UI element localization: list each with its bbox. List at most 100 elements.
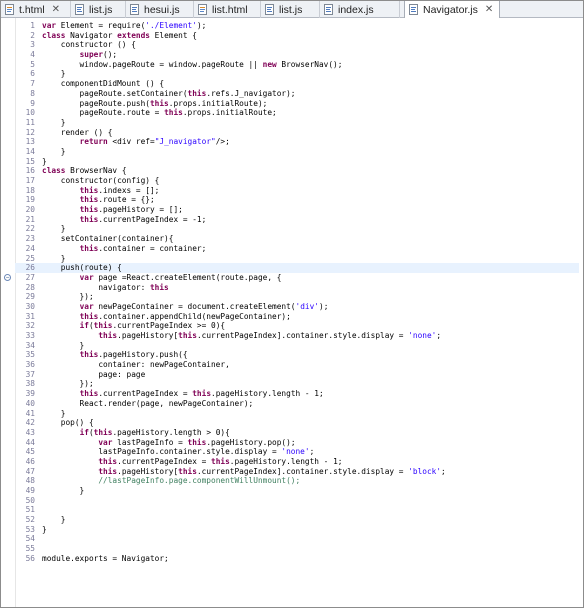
code-line[interactable]: 11 } bbox=[15, 118, 579, 128]
code-line[interactable]: 42 pop() { bbox=[15, 418, 579, 428]
code-line[interactable]: 36 container: newPageContainer, bbox=[15, 360, 579, 370]
code-line[interactable]: 52 } bbox=[15, 515, 579, 525]
tab-list-js[interactable]: list.js bbox=[71, 1, 126, 18]
code-line[interactable]: 30 var newPageContainer = document.creat… bbox=[15, 302, 579, 312]
code-line[interactable]: 32 if(this.currentPageIndex >= 0){ bbox=[15, 321, 579, 331]
code-line[interactable]: 46 this.currentPageIndex = this.pageHist… bbox=[15, 457, 579, 467]
code-line[interactable]: 55 bbox=[15, 544, 579, 554]
code-text: } bbox=[42, 515, 66, 525]
line-number: 20 bbox=[25, 205, 35, 215]
code-line[interactable]: 27 − var page =React.createElement(route.… bbox=[4, 273, 579, 283]
tab-label: list.js bbox=[279, 3, 303, 16]
js-file-icon bbox=[265, 4, 275, 15]
code-text: //lastPageInfo.page.componentWillUnmount… bbox=[98, 476, 301, 486]
code-line[interactable]: 4 super(); bbox=[15, 50, 579, 60]
tab-list-js[interactable]: list.js bbox=[261, 1, 320, 18]
code-line[interactable]: 56 module.exports = Navigator; bbox=[15, 554, 579, 564]
line-number: 11 bbox=[25, 117, 35, 127]
code-text: if(this.currentPageIndex >= 0){ bbox=[79, 321, 226, 331]
code-line[interactable]: 40 React.render(page, newPageContainer); bbox=[15, 399, 579, 409]
code-line[interactable]: 29 }); bbox=[15, 292, 579, 302]
code-text: window.pageRoute = window.pageRoute || n… bbox=[42, 59, 343, 69]
code-line[interactable]: 49 } bbox=[15, 486, 579, 496]
tab-t-html[interactable]: t.html ✕ bbox=[1, 1, 71, 18]
code-line[interactable]: 3 constructor () { bbox=[15, 40, 579, 50]
code-line[interactable]: 16 class BrowserNav { bbox=[15, 166, 579, 176]
code-editor[interactable]: 1 var Element = require('./Element'); 2 cla… bbox=[1, 18, 583, 607]
code-line[interactable]: 26 push(route) { bbox=[15, 263, 579, 273]
code-line[interactable]: 23 setContainer(container){ bbox=[15, 234, 579, 244]
line-number: 38 bbox=[25, 379, 35, 389]
code-text: constructor () { bbox=[42, 40, 136, 50]
code-line[interactable]: 51 bbox=[15, 505, 579, 515]
tab-navigator-js[interactable]: Navigator.js ✕ bbox=[404, 1, 501, 18]
code-line[interactable]: 54 bbox=[15, 534, 579, 544]
code-area[interactable]: 1 var Element = require('./Element'); 2 cla… bbox=[4, 21, 579, 564]
code-line[interactable]: 10 pageRoute.route = this.props.initialR… bbox=[15, 108, 579, 118]
tab-hesui-js[interactable]: hesui.js bbox=[126, 1, 194, 18]
code-text: pageRoute.route = this.props.initialRout… bbox=[42, 108, 277, 118]
code-line[interactable]: 25 } bbox=[15, 254, 579, 264]
code-line[interactable]: 15} bbox=[15, 157, 579, 167]
code-line[interactable]: 5 window.pageRoute = window.pageRoute ||… bbox=[15, 60, 579, 70]
line-number: 56 bbox=[25, 553, 35, 563]
tab-index-js[interactable]: index.js bbox=[320, 1, 400, 18]
line-number: 53 bbox=[25, 524, 35, 534]
code-line[interactable]: 48 //lastPageInfo.page.componentWillUnmo… bbox=[15, 476, 579, 486]
code-line[interactable]: 20 this.pageHistory = []; bbox=[15, 205, 579, 215]
code-text: var lastPageInfo = this.pageHistory.pop(… bbox=[98, 437, 296, 447]
line-number: 48 bbox=[25, 476, 35, 486]
code-text: this.container.appendChild(newPageContai… bbox=[79, 311, 291, 321]
code-line[interactable]: 22 } bbox=[15, 224, 579, 234]
code-line[interactable]: 2 class Navigator extends Element { bbox=[15, 31, 579, 41]
line-number: 50 bbox=[25, 495, 35, 505]
code-line[interactable]: 33 this.pageHistory[this.currentPageInde… bbox=[15, 331, 579, 341]
tab-label: index.js bbox=[338, 3, 374, 16]
js-file-icon bbox=[324, 4, 334, 15]
code-line[interactable]: 18 this.indexs = []; bbox=[15, 186, 579, 196]
line-number: 44 bbox=[25, 437, 35, 447]
code-line[interactable]: 13 return <div ref="J_navigator"/>; bbox=[15, 137, 579, 147]
code-line[interactable]: 24 this.container = container; bbox=[15, 244, 579, 254]
code-text: module.exports = Navigator; bbox=[42, 553, 169, 563]
code-line[interactable]: 28 navigator: this bbox=[15, 283, 579, 293]
code-line[interactable]: 9 pageRoute.push(this.props.initialRoute… bbox=[15, 99, 579, 109]
close-icon[interactable]: ✕ bbox=[52, 4, 60, 15]
line-number: 19 bbox=[25, 195, 35, 205]
tab-label: list.html bbox=[212, 3, 248, 16]
code-line[interactable]: 37 page: page bbox=[15, 370, 579, 380]
code-text: } bbox=[42, 146, 66, 156]
code-line[interactable]: 19 this.route = {}; bbox=[15, 195, 579, 205]
line-number: 15 bbox=[25, 156, 35, 166]
code-line[interactable]: 35 this.pageHistory.push({ bbox=[15, 350, 579, 360]
code-line[interactable]: 7 componentDidMount () { bbox=[15, 79, 579, 89]
code-line[interactable]: 53} bbox=[15, 525, 579, 535]
code-line[interactable]: 14 } bbox=[15, 147, 579, 157]
close-icon[interactable]: ✕ bbox=[485, 4, 493, 15]
tab-list-html[interactable]: list.html bbox=[194, 1, 261, 18]
code-line[interactable]: 21 this.currentPageIndex = -1; bbox=[15, 215, 579, 225]
fold-marker-icon[interactable]: − bbox=[4, 273, 11, 281]
code-line[interactable]: 38 }); bbox=[15, 379, 579, 389]
code-line[interactable]: 47 this.pageHistory[this.currentPageInde… bbox=[15, 467, 579, 477]
code-line[interactable]: 43 if(this.pageHistory.length > 0){ bbox=[15, 428, 579, 438]
code-text: setContainer(container){ bbox=[42, 234, 174, 244]
line-number: 14 bbox=[25, 146, 35, 156]
line-number: 49 bbox=[25, 486, 35, 495]
code-line[interactable]: 8 pageRoute.setContainer(this.refs.J_nav… bbox=[15, 89, 579, 99]
code-line[interactable]: 45 lastPageInfo.container.style.display … bbox=[15, 447, 579, 457]
code-line[interactable]: 6 } bbox=[15, 69, 579, 79]
code-text: this.currentPageIndex = -1; bbox=[79, 214, 207, 224]
code-text: super(); bbox=[79, 50, 118, 60]
code-line[interactable]: 12 render () { bbox=[15, 128, 579, 138]
line-number: 4 bbox=[30, 50, 35, 60]
code-line[interactable]: 34 } bbox=[15, 341, 579, 351]
code-line[interactable]: 50 bbox=[15, 496, 579, 506]
code-line[interactable]: 44 var lastPageInfo = this.pageHistory.p… bbox=[15, 438, 579, 448]
code-text: } bbox=[42, 156, 47, 166]
code-line[interactable]: 31 this.container.appendChild(newPageCon… bbox=[15, 312, 579, 322]
code-line[interactable]: 17 constructor(config) { bbox=[15, 176, 579, 186]
code-line[interactable]: 41 } bbox=[15, 409, 579, 419]
code-line[interactable]: 39 this.currentPageIndex = this.pageHist… bbox=[15, 389, 579, 399]
code-line[interactable]: 1 var Element = require('./Element'); bbox=[15, 21, 579, 31]
